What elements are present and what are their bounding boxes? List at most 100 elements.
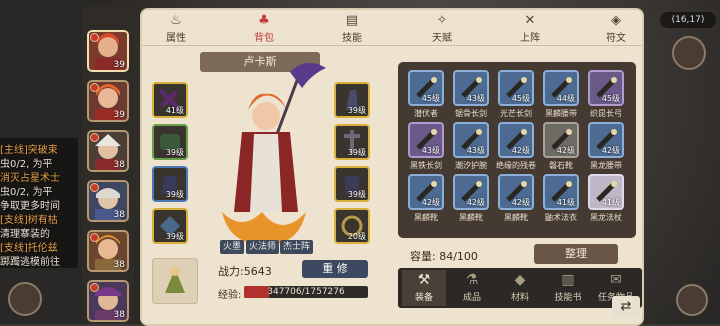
tab-deploy[interactable]: ✕ 上阵 — [500, 12, 560, 44]
quest-line[interactable]: [支线]树有枯 — [0, 214, 78, 227]
tab-runes[interactable]: ◈ 符文 — [586, 12, 646, 44]
item-level: 42级 — [601, 146, 620, 155]
equip-slot[interactable]: 39级 — [152, 166, 188, 202]
equip-level: 39级 — [347, 106, 366, 115]
hero-level: 38 — [113, 260, 125, 270]
equip-slot[interactable]: 39级 — [152, 124, 188, 160]
inventory-item[interactable]: 42级 — [408, 174, 444, 210]
inventory-item[interactable]: 43级 — [453, 122, 489, 158]
tab-backpack[interactable]: ♣ 背包 — [234, 12, 294, 44]
bag-icon: ♣ — [258, 13, 270, 28]
inventory-item[interactable]: 42级 — [543, 122, 579, 158]
skillbook-icon: ▥ — [561, 272, 575, 288]
tab-talents[interactable]: ✧ 天赋 — [412, 12, 472, 44]
quest-line[interactable]: 消灭占星术士 — [0, 172, 78, 185]
item-name: 潜伏者 — [414, 109, 438, 118]
inventory-item[interactable]: 45级 — [408, 70, 444, 106]
inventory-item[interactable]: 42级 — [498, 174, 534, 210]
item-level: 42级 — [421, 198, 440, 207]
item-level: 42级 — [511, 146, 530, 155]
map-button[interactable] — [8, 282, 42, 316]
equip-level: 39级 — [165, 190, 184, 199]
rune-icon: ◈ — [611, 13, 621, 28]
hero-portrait[interactable]: 38 — [87, 280, 129, 322]
hero-level: 38 — [113, 160, 125, 170]
item-name: 黑龙法杖 — [590, 213, 622, 222]
team-marker — [90, 83, 99, 92]
category-materials[interactable]: ◆ 材料 — [498, 270, 542, 306]
team-marker — [90, 183, 99, 192]
inventory-item[interactable]: 42级 — [588, 122, 624, 158]
quest-line: 清理寨装的 — [0, 229, 50, 240]
minimap-button[interactable] — [676, 284, 708, 316]
rebuild-button[interactable]: 重 修 — [302, 260, 368, 278]
item-name: 黑麟靴 — [459, 213, 483, 222]
item-level: 43级 — [466, 94, 485, 103]
item-level: 43级 — [466, 146, 485, 155]
hero-portrait[interactable]: 39 — [87, 80, 129, 122]
equip-slot[interactable]: 39级 — [334, 124, 370, 160]
inventory-item[interactable]: 45级 — [588, 70, 624, 106]
inventory-item[interactable]: 41级 — [543, 174, 579, 210]
item-name: 黑铁长剑 — [410, 161, 442, 170]
map-coordinates: (16,17) — [660, 12, 716, 28]
item-level: 41级 — [601, 198, 620, 207]
equip-slot[interactable]: 39级 — [334, 82, 370, 118]
item-name: 绝缘的残卷 — [496, 161, 536, 170]
equip-level: 39级 — [165, 232, 184, 241]
exp-bar: 347706/1757276 — [244, 286, 368, 298]
mount-thumbnail[interactable] — [152, 258, 198, 304]
team-marker — [90, 33, 99, 42]
equip-slot[interactable]: 39级 — [152, 208, 188, 244]
quest-line: 虫0/2, 为平 — [0, 159, 53, 170]
category-products[interactable]: ⚗ 成品 — [450, 270, 494, 306]
inventory-item[interactable]: 42级 — [498, 122, 534, 158]
item-level: 45级 — [421, 94, 440, 103]
hero-portrait[interactable]: 38 — [87, 130, 129, 172]
flame-icon: ♨ — [170, 13, 182, 28]
inventory-item[interactable]: 44级 — [543, 70, 579, 106]
category-skillbooks[interactable]: ▥ 技能书 — [546, 270, 590, 306]
inventory-item[interactable]: 45级 — [498, 70, 534, 106]
inventory-item[interactable]: 42级 — [453, 174, 489, 210]
hero-level: 39 — [113, 60, 125, 70]
close-panel-button[interactable] — [672, 36, 706, 70]
item-level: 43级 — [421, 146, 440, 155]
quest-line: 虫0/2, 为平 — [0, 187, 53, 198]
equip-slot[interactable]: 20级 — [334, 208, 370, 244]
hero-level: 38 — [113, 210, 125, 220]
character-panel: ♨ 属性 ♣ 背包 ▤ 技能 ✧ 天赋 ✕ 上阵 ◈ 符文 卢卡斯 41级 39级 39级 … — [140, 8, 644, 326]
item-name: 潮汐护腕 — [455, 161, 487, 170]
equip-level: 41级 — [165, 106, 184, 115]
hero-portrait[interactable]: 38 — [87, 180, 129, 222]
hero-list: 39 39 38 38 38 38 — [82, 6, 134, 324]
tab-attributes[interactable]: ♨ 属性 — [146, 12, 206, 44]
hero-portrait[interactable]: 39 — [87, 30, 129, 72]
quest-line[interactable]: [主线]突破束 — [0, 144, 78, 157]
sort-button[interactable]: 整理 — [534, 244, 618, 264]
hero-portrait[interactable]: 38 — [87, 230, 129, 272]
quest-line[interactable]: [支线]托伦兹 — [0, 242, 78, 255]
inventory-item[interactable]: 41级 — [588, 174, 624, 210]
item-level: 45级 — [511, 94, 530, 103]
inventory-item[interactable]: 43级 — [453, 70, 489, 106]
book-icon: ▤ — [345, 13, 359, 28]
hammer-icon: ⚒ — [417, 272, 431, 288]
star-icon: ✧ — [436, 13, 448, 28]
category-equipment[interactable]: ⚒ 装备 — [402, 270, 446, 306]
item-name: 锯骨长剑 — [455, 109, 487, 118]
equip-slot[interactable]: 39级 — [334, 166, 370, 202]
exp-label: 经验: — [218, 290, 242, 301]
item-name: 黑龙腰带 — [590, 161, 622, 170]
skill-tag: 杰士阵 — [280, 240, 314, 254]
ore-icon: ◆ — [514, 272, 526, 288]
tab-skills[interactable]: ▤ 技能 — [322, 12, 382, 44]
equip-level: 39级 — [165, 148, 184, 157]
back-arrow-icon[interactable]: ⇄ — [612, 296, 640, 318]
inventory-item[interactable]: 43级 — [408, 122, 444, 158]
scroll-icon: ✉ — [610, 272, 622, 288]
equip-slot[interactable]: 41级 — [152, 82, 188, 118]
item-name: 光芒长剑 — [500, 109, 532, 118]
swords-icon: ✕ — [524, 13, 536, 28]
team-marker — [90, 133, 99, 142]
